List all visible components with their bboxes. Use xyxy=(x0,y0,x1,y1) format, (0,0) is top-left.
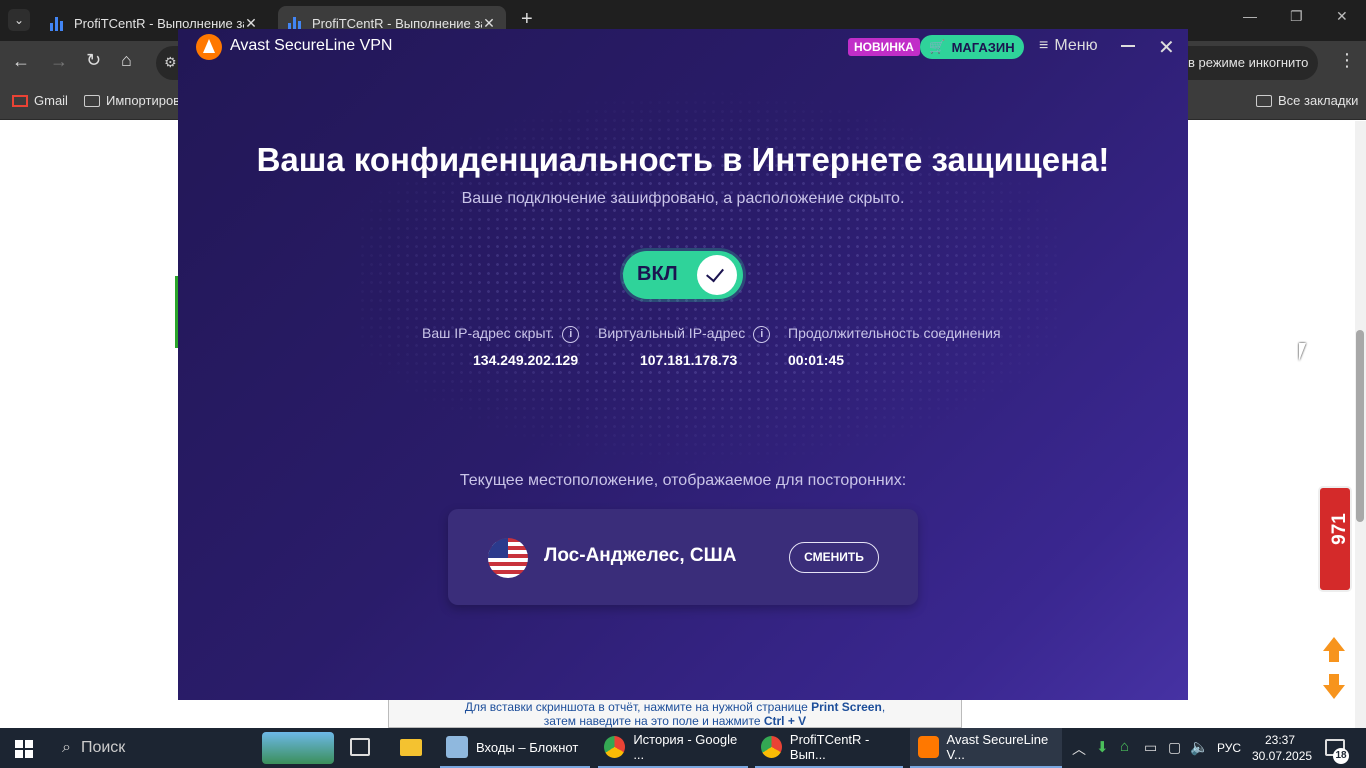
avast-vpn-icon xyxy=(918,736,939,758)
avast-logo-icon xyxy=(196,34,222,60)
shop-button[interactable]: 🛒 МАГАЗИН xyxy=(920,35,1024,59)
taskbar-item-label: Avast SecureLine V... xyxy=(946,732,1049,762)
chart-favicon-icon xyxy=(50,16,66,31)
hamburger-icon: ≡ xyxy=(1039,37,1049,54)
counter-widget[interactable]: 971 xyxy=(1318,486,1352,592)
bookmark-gmail[interactable]: Gmail xyxy=(12,93,68,108)
scroll-up-arrow-stem xyxy=(1329,650,1339,662)
shop-label: МАГАЗИН xyxy=(951,39,1015,55)
vpn-titlebar: Avast SecureLine VPN НОВИНКА 🛒 МАГАЗИН ≡… xyxy=(178,29,1188,65)
browser-menu-icon[interactable]: ⋮ xyxy=(1338,50,1356,71)
incognito-label: в режиме инкогнито xyxy=(1188,55,1309,70)
tray-chevron-up-icon[interactable]: ︿ xyxy=(1072,739,1086,759)
back-arrow-icon[interactable]: ← xyxy=(12,51,30,72)
vpn-toggle[interactable]: ВКЛ xyxy=(623,251,743,299)
vpn-minimize-icon[interactable] xyxy=(1121,45,1135,47)
hidden-ip-label-row: Ваш IP-адрес скрыт. i xyxy=(422,325,580,343)
vpn-app-title: Avast SecureLine VPN xyxy=(230,37,393,54)
screenshot-hint: Для вставки скриншота в отчёт, нажмите н… xyxy=(464,700,886,728)
tray-network-icon[interactable]: ▭ xyxy=(1144,739,1157,756)
tab-search-button[interactable]: ⌄ xyxy=(8,9,30,31)
folder-icon xyxy=(84,94,100,107)
windows-start-icon[interactable] xyxy=(15,740,33,758)
hint-key: Ctrl + V xyxy=(763,714,807,728)
all-bookmarks[interactable]: Все закладки xyxy=(1256,93,1358,108)
hint-text: Для вставки скриншота в отчёт, нажмите н… xyxy=(464,700,812,714)
window-minimize-icon[interactable]: — xyxy=(1243,8,1257,24)
notification-count-badge: 18 xyxy=(1333,748,1349,764)
taskbar-notepad[interactable]: Входы – Блокнот xyxy=(440,728,590,768)
bookmark-label: Gmail xyxy=(34,93,68,108)
menu-button[interactable]: ≡ Меню xyxy=(1039,37,1098,55)
hidden-ip-value: 134.249.202.129 xyxy=(473,352,579,368)
tray-download-icon[interactable]: ⬇ xyxy=(1096,738,1109,756)
folder-icon xyxy=(1256,94,1272,107)
search-placeholder: Поиск xyxy=(80,739,126,756)
bookmark-imported[interactable]: Импортиров xyxy=(84,93,180,108)
hint-text: затем наведите на это поле и нажмите xyxy=(543,714,764,728)
info-icon[interactable]: i xyxy=(562,325,580,343)
gmail-icon xyxy=(12,94,28,107)
tray-display-icon[interactable]: ▢ xyxy=(1168,739,1181,756)
taskbar-item-label: ProfiTCentR - Вып... xyxy=(789,732,870,762)
file-explorer-icon[interactable] xyxy=(400,739,422,756)
change-location-button[interactable]: СМЕНИТЬ xyxy=(789,542,879,573)
new-tab-plus-icon[interactable]: + xyxy=(521,8,533,31)
info-icon[interactable]: i xyxy=(753,325,771,343)
scroll-down-arrow-icon[interactable] xyxy=(1323,685,1345,699)
virtual-ip-label: Виртуальный IP-адрес xyxy=(598,325,746,341)
taskbar-search[interactable]: ⌕ Поиск xyxy=(48,728,338,768)
reload-icon[interactable]: ↻ xyxy=(86,50,101,71)
tray-time: 23:37 xyxy=(1264,733,1296,747)
toggle-label: ВКЛ xyxy=(637,263,678,285)
window-close-icon[interactable]: ✕ xyxy=(1336,8,1348,25)
toggle-knob xyxy=(697,255,737,295)
taskbar-item-label: История - Google ... xyxy=(633,732,738,762)
virtual-ip-value: 107.181.178.73 xyxy=(640,352,738,368)
site-info-icon[interactable]: ⚙ xyxy=(164,54,177,71)
taskbar-chrome-profit[interactable]: ProfiTCentR - Вып... xyxy=(755,728,903,768)
new-badge: НОВИНКА xyxy=(848,38,920,56)
tray-language[interactable]: РУС xyxy=(1217,741,1241,755)
vpn-window: Avast SecureLine VPN НОВИНКА 🛒 МАГАЗИН ≡… xyxy=(178,29,1188,700)
taskbar-chrome-history[interactable]: История - Google ... xyxy=(598,728,748,768)
all-bookmarks-label: Все закладки xyxy=(1278,93,1359,108)
scrollbar-thumb[interactable] xyxy=(1356,330,1364,522)
connection-duration-value: 00:01:45 xyxy=(788,352,845,368)
protection-headline: Ваша конфиденциальность в Интернете защи… xyxy=(256,141,1110,178)
bookmark-label: Импортиров xyxy=(106,93,181,108)
us-flag-icon xyxy=(488,538,528,578)
tray-date: 30.07.2025 xyxy=(1252,749,1313,763)
counter-value: 971 xyxy=(1329,513,1350,545)
cart-icon: 🛒 xyxy=(929,39,946,54)
mouse-cursor-icon xyxy=(1299,343,1306,361)
home-icon[interactable]: ⌂ xyxy=(121,50,132,71)
vpn-close-icon[interactable]: ✕ xyxy=(1158,35,1175,60)
location-name: Лос-Анджелес, США xyxy=(544,545,737,566)
tray-volume-icon[interactable]: 🔈 xyxy=(1190,738,1209,756)
notepad-icon xyxy=(446,736,468,758)
protection-subline: Ваше подключение зашифровано, а располож… xyxy=(461,190,905,207)
location-card: Лос-Анджелес, США СМЕНИТЬ xyxy=(448,509,918,605)
task-view-icon[interactable] xyxy=(350,738,370,756)
search-highlight-image xyxy=(262,732,334,764)
tray-vpn-icon[interactable]: ⌂ xyxy=(1120,738,1129,755)
search-icon: ⌕ xyxy=(62,739,71,756)
chrome-icon xyxy=(604,736,626,758)
taskbar-avast-vpn[interactable]: Avast SecureLine V... xyxy=(910,728,1062,768)
taskbar-item-label: Входы – Блокнот xyxy=(476,739,579,755)
windows-taskbar: ⌕ Поиск Входы – Блокнот История - Google… xyxy=(0,728,1366,768)
location-caption: Текущее местоположение, отображаемое для… xyxy=(459,472,907,489)
chrome-icon xyxy=(761,736,782,758)
tray-clock[interactable]: 23:37 30.07.2025 xyxy=(1252,732,1313,764)
connection-duration-label: Продолжительность соединения xyxy=(788,325,1001,341)
menu-label: Меню xyxy=(1054,37,1098,54)
checkmark-icon xyxy=(706,263,724,283)
window-restore-icon[interactable]: ❐ xyxy=(1290,8,1303,25)
scroll-up-arrow-icon[interactable] xyxy=(1323,637,1345,651)
forward-arrow-icon[interactable]: → xyxy=(50,51,68,72)
hint-key: Print Screen xyxy=(811,700,882,714)
hidden-ip-label: Ваш IP-адрес скрыт. xyxy=(422,325,555,341)
virtual-ip-label-row: Виртуальный IP-адрес i xyxy=(598,325,771,343)
